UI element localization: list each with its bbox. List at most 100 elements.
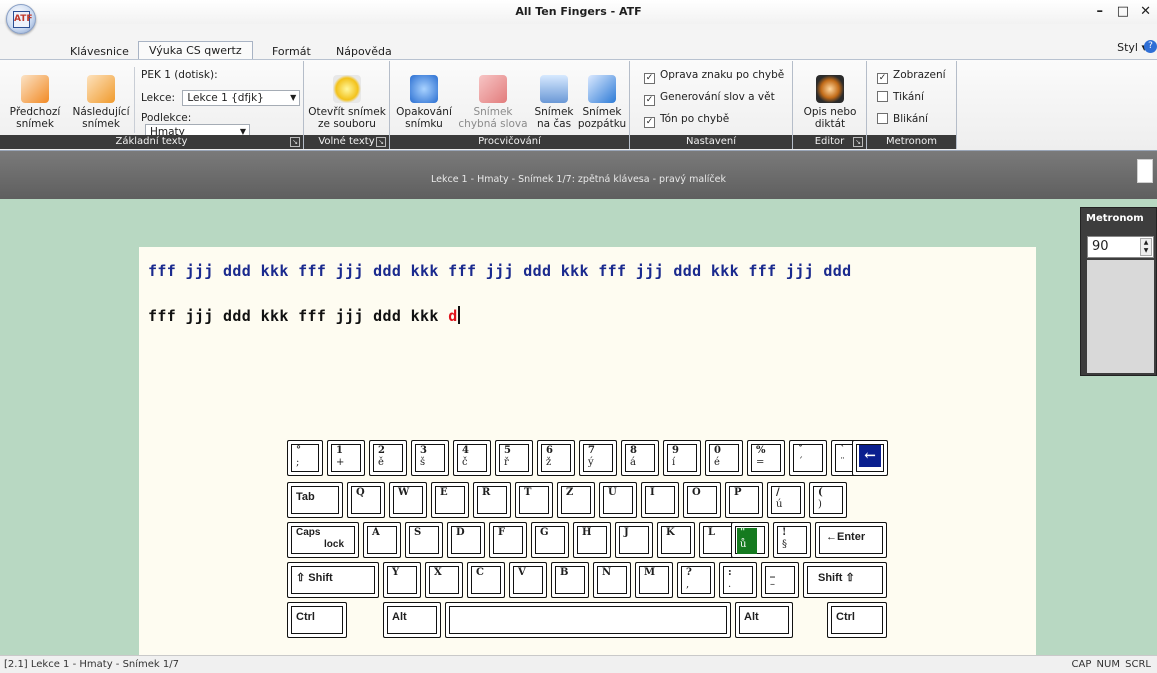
typed-text-line[interactable]: fff jjj ddd kkk fff jjj ddd kkk d — [148, 306, 460, 325]
key-ctrl-left: Ctrl — [287, 602, 347, 638]
key-ctrl-right: Ctrl — [827, 602, 887, 638]
checkbox-checked-icon[interactable]: ✓ — [644, 95, 655, 106]
key-label: P — [734, 487, 742, 498]
checkbox-checked-icon[interactable]: ✓ — [644, 73, 655, 84]
key-label: E — [440, 487, 448, 498]
key-b: B — [551, 562, 589, 598]
key-bottom: ´ — [798, 457, 803, 468]
repeat-slide-button[interactable]: Opakování snímku — [394, 75, 454, 130]
option-generate-words[interactable]: ✓ Generování slov a vět — [644, 91, 775, 113]
metronome-show-label: Zobrazení — [893, 69, 946, 81]
help-icon[interactable]: ? — [1144, 40, 1157, 53]
key-top: ! — [782, 527, 787, 538]
group-title-zakladni: Základní texty — [115, 136, 188, 147]
option-fix-char[interactable]: ✓ Oprava znaku po chybě — [644, 69, 784, 91]
status-text: [2.1] Lekce 1 - Hmaty - Snímek 1/7 — [4, 659, 179, 670]
key-top: " — [740, 527, 746, 538]
error-words-label-2: chybná slova — [458, 118, 528, 130]
key-row1-6: 6ž — [537, 440, 575, 476]
key-alt-right: Alt — [735, 602, 793, 638]
metronome-tempo-value: 90 — [1092, 239, 1109, 254]
checkbox-checked-icon[interactable]: ✓ — [877, 73, 888, 84]
repeat-label-2: snímku — [405, 118, 443, 130]
key-bottom: + — [336, 457, 345, 468]
group-label-editor: Editor ↘ — [793, 135, 866, 149]
metronome-tick[interactable]: Tikání — [877, 91, 924, 113]
metronome-show[interactable]: ✓ Zobrazení — [877, 69, 946, 91]
previous-slide-label-1: Předchozí — [9, 106, 61, 118]
tab-napoveda[interactable]: Nápověda — [326, 43, 402, 60]
key-label: Ctrl — [296, 611, 315, 623]
key-label: A — [372, 527, 380, 538]
option-error-tone[interactable]: ✓ Tón po chybě — [644, 113, 729, 135]
timed-slide-button[interactable]: Snímek na čas — [532, 75, 576, 130]
group-label-nastaveni: Nastavení — [630, 135, 792, 149]
course-label: PEK 1 (dotisk): — [141, 69, 218, 81]
lesson-info-bar: Lekce 1 - Hmaty - Snímek 1/7: zpětná klá… — [0, 151, 1157, 199]
metronome-panel: Metronom 90 ▲ ▼ — [1080, 207, 1157, 376]
key-f: F — [489, 522, 527, 558]
key-top: 3 — [420, 445, 427, 456]
next-slide-button[interactable]: Následující snímek — [70, 75, 132, 130]
key-label: C — [476, 567, 484, 578]
previous-slide-button[interactable]: Předchozí snímek — [2, 75, 68, 130]
key-top: 0 — [714, 445, 721, 456]
key-alt-left: Alt — [383, 602, 441, 638]
key-label: ←Enter — [826, 531, 866, 543]
app-menu-button[interactable]: ATF — [6, 4, 36, 34]
error-words-button[interactable]: Snímek chybná slova — [456, 75, 530, 130]
key-n: N — [593, 562, 631, 598]
key-bottom: § — [782, 539, 787, 550]
key-shift-left: ⇧ Shift — [287, 562, 379, 598]
key-top: : — [728, 567, 732, 578]
open-file-icon — [333, 75, 361, 103]
key-bottom: . — [728, 579, 732, 590]
spinner-arrows-icon[interactable]: ▲ ▼ — [1140, 238, 1152, 256]
key-tab: Tab — [287, 482, 343, 518]
hourglass-icon — [540, 75, 568, 103]
minimize-button[interactable]: – — [1097, 4, 1104, 19]
key-label: G — [540, 527, 549, 538]
checkbox-checked-icon[interactable]: ✓ — [644, 117, 655, 128]
key-bottom: ¨ — [840, 457, 845, 468]
metronome-tempo-input[interactable]: 90 ▲ ▼ — [1087, 236, 1154, 258]
checkbox-unchecked-icon[interactable] — [877, 113, 888, 124]
key-shift-right: Shift ⇧ — [803, 562, 887, 598]
key-m: M — [635, 562, 673, 598]
key-row1-7: 7ý — [579, 440, 617, 476]
key-label: Ctrl — [836, 611, 855, 623]
checkbox-unchecked-icon[interactable] — [877, 91, 888, 102]
tab-klavesnice[interactable]: Klávesnice — [60, 43, 139, 60]
close-button[interactable]: ✕ — [1140, 4, 1151, 19]
key-colon-period: :. — [719, 562, 757, 598]
backward-slide-button[interactable]: Snímek pozpátku — [577, 75, 627, 130]
tab-format[interactable]: Formát — [262, 43, 321, 60]
key-top: ° — [296, 445, 301, 456]
key-bottom: č — [462, 457, 468, 468]
group-volne-texty: Otevřít snímek ze souboru Volné texty ↘ — [304, 61, 390, 149]
dialog-launcher-icon[interactable]: ↘ — [290, 137, 300, 147]
key-bottom: é — [714, 457, 720, 468]
maximize-button[interactable]: □ — [1117, 4, 1129, 19]
key-bottom: = — [756, 457, 765, 468]
open-slide-button[interactable]: Otevřít snímek ze souboru — [306, 75, 388, 130]
key-e: E — [431, 482, 469, 518]
dialog-launcher-icon[interactable]: ↘ — [853, 137, 863, 147]
tab-vyuka-cs-qwertz[interactable]: Výuka CS qwertz — [138, 41, 253, 60]
key-top: ? — [686, 567, 692, 578]
dictation-button[interactable]: Opis nebo diktát — [797, 75, 863, 130]
metronome-blink[interactable]: Blikání — [877, 113, 928, 135]
on-screen-keyboard: °; 1 + 2ě 3š 4č 5ř 6ž 7ý 8á 9í 0é % = ˇ ´ `… — [283, 440, 891, 642]
key-a: A — [363, 522, 401, 558]
option-fix-char-label: Oprava znaku po chybě — [660, 69, 785, 81]
key-top: 5 — [504, 445, 511, 456]
metronome-tick-label: Tikání — [893, 91, 924, 103]
document-icon[interactable] — [1137, 159, 1153, 183]
style-menu[interactable]: Styl ▾ — [1117, 41, 1147, 54]
dialog-launcher-icon[interactable]: ↘ — [376, 137, 386, 147]
key-t: T — [515, 482, 553, 518]
lesson-select[interactable]: Lekce 1 {dfjk} ▼ — [182, 90, 301, 106]
key-row1-0: °; — [287, 440, 323, 476]
key-question-comma: ?, — [677, 562, 715, 598]
key-bottom: ú — [776, 499, 783, 510]
